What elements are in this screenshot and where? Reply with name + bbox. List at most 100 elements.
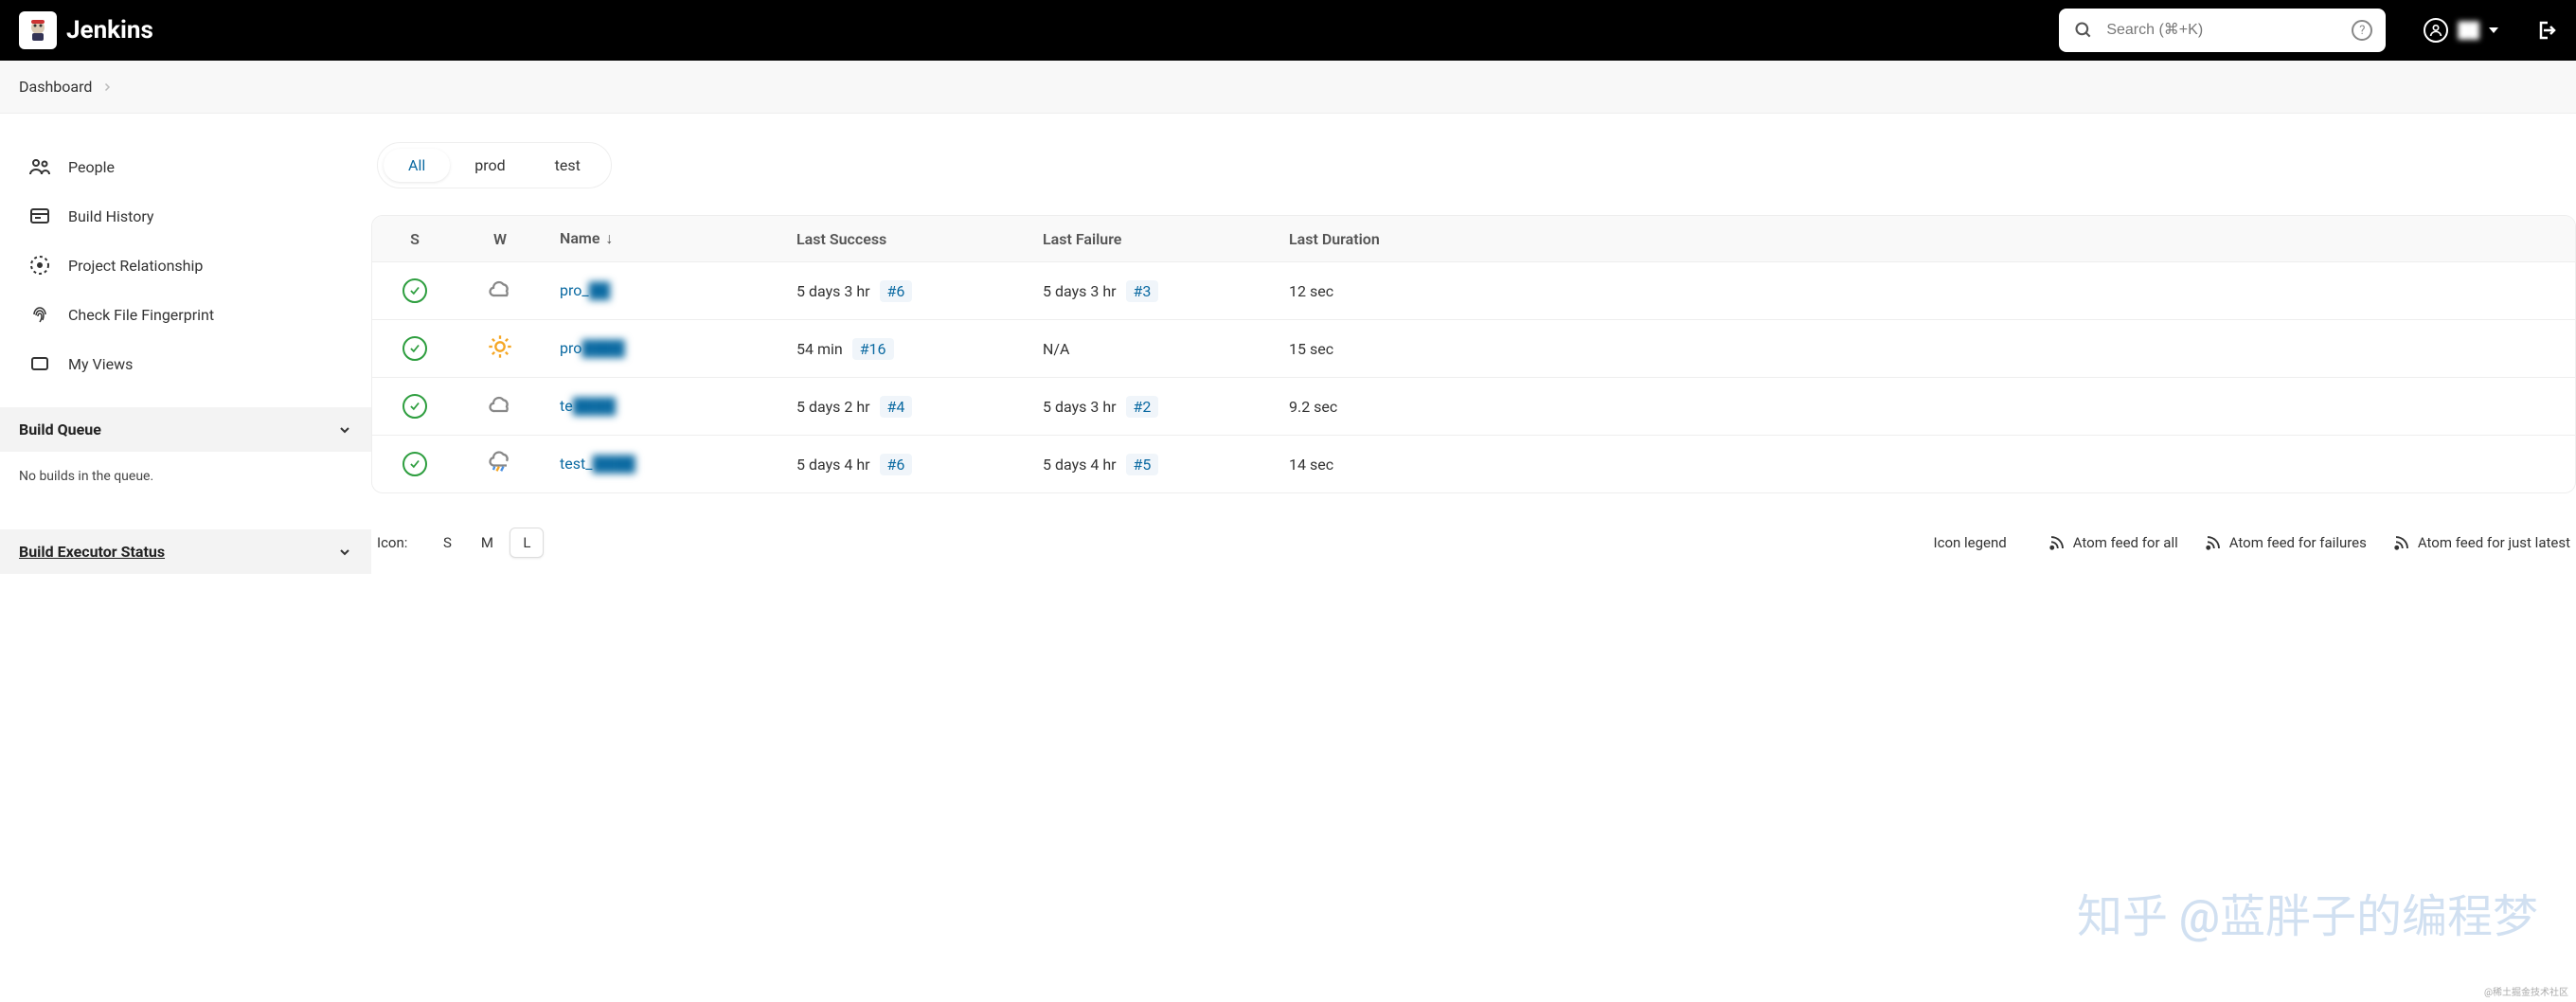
col-last-success[interactable]: Last Success (779, 230, 1026, 248)
tab-all[interactable]: All (384, 149, 450, 182)
search-input[interactable] (2106, 22, 2340, 39)
icon-size-group: SML (430, 528, 544, 558)
icon-legend-link[interactable]: Icon legend (1934, 534, 2007, 551)
people-icon (28, 155, 51, 178)
weather-cell (457, 333, 543, 364)
col-weather[interactable]: W (457, 230, 543, 248)
last-failure-cell: 5 days 3 hr #2 (1026, 398, 1272, 416)
sidebar-item-people[interactable]: People (0, 142, 371, 191)
job-link[interactable]: test_████ (560, 455, 635, 473)
feed-link[interactable]: Atom feed for failures (2205, 534, 2367, 551)
duration-cell: 14 sec (1272, 456, 1442, 474)
job-link[interactable]: te████ (560, 397, 616, 415)
job-link[interactable]: pro_██ (560, 281, 610, 299)
search-box[interactable]: ? (2059, 9, 2386, 52)
name-cell: test_████ (543, 455, 779, 474)
col-last-failure[interactable]: Last Failure (1026, 230, 1272, 248)
sidebar-item-project-relationship[interactable]: Project Relationship (0, 241, 371, 290)
feed-link[interactable]: Atom feed for all (2048, 534, 2178, 551)
sidebar-item-build-history[interactable]: Build History (0, 191, 371, 241)
table-footer: Icon: SML Icon legend Atom feed for allA… (371, 493, 2576, 567)
last-success-text: 5 days 3 hr (796, 282, 870, 300)
executor-status-panel-header[interactable]: Build Executor Status (0, 529, 371, 574)
build-link[interactable]: #4 (880, 396, 913, 418)
weather-cell (457, 276, 543, 306)
last-failure-text: 5 days 3 hr (1043, 282, 1117, 300)
chevron-down-icon (337, 545, 352, 560)
tab-test[interactable]: test (530, 149, 605, 182)
table-header: S W Name↓ Last Success Last Failure Last… (372, 216, 2575, 262)
search-icon (2072, 19, 2095, 42)
table-row: pro_██5 days 3 hr #65 days 3 hr #312 sec (372, 262, 2575, 320)
rss-icon (2048, 534, 2066, 551)
last-success-cell: 5 days 3 hr #6 (779, 282, 1026, 300)
feed-link[interactable]: Atom feed for just latest (2393, 534, 2570, 551)
logout-button[interactable] (2534, 19, 2557, 42)
col-name[interactable]: Name↓ (543, 229, 779, 248)
sidebar: People Build History Project RelationshipC… (0, 114, 371, 596)
status-success-icon (402, 394, 427, 419)
build-link[interactable]: #6 (880, 280, 913, 302)
icon-size-l[interactable]: L (510, 528, 544, 558)
sidebar-item-label: Build History (68, 207, 153, 225)
build-link[interactable]: #6 (880, 454, 913, 475)
build-link[interactable]: #16 (852, 338, 894, 360)
weather-storm-icon (487, 449, 513, 475)
weather-sun-icon (487, 333, 513, 360)
table-row: pro████54 min #16N/A15 sec (372, 320, 2575, 378)
duration-cell: 9.2 sec (1272, 398, 1442, 416)
user-name: ██ (2458, 21, 2479, 40)
sidebar-item-my-views[interactable]: My Views (0, 339, 371, 388)
weather-cloud-icon (487, 391, 513, 418)
rss-icon (2393, 534, 2410, 551)
col-last-duration[interactable]: Last Duration (1272, 230, 1442, 248)
help-icon[interactable]: ? (2352, 20, 2372, 41)
weather-cell (457, 391, 543, 421)
table-row: test_████5 days 4 hr #65 days 4 hr #514 … (372, 436, 2575, 492)
sidebar-item-label: My Views (68, 355, 133, 373)
build-link[interactable]: #2 (1126, 396, 1159, 418)
last-failure-cell: N/A (1026, 340, 1272, 358)
user-menu[interactable]: ██ (2424, 18, 2498, 43)
build-link[interactable]: #3 (1126, 280, 1159, 302)
fingerprint-icon (28, 303, 51, 326)
status-cell (372, 452, 457, 476)
chevron-down-icon (2489, 27, 2498, 33)
icon-size-m[interactable]: M (470, 528, 504, 558)
last-failure-text: N/A (1043, 340, 1069, 358)
rss-icon (2205, 534, 2222, 551)
feed-label: Atom feed for all (2073, 534, 2178, 551)
job-link[interactable]: pro████ (560, 339, 625, 357)
sidebar-item-check-file-fingerprint[interactable]: Check File Fingerprint (0, 290, 371, 339)
col-status[interactable]: S (372, 230, 457, 248)
sidebar-item-label: People (68, 158, 115, 176)
content: Allprodtest S W Name↓ Last Success Last … (371, 114, 2576, 596)
status-success-icon (402, 278, 427, 303)
breadcrumb: Dashboard (0, 61, 2576, 114)
build-link[interactable]: #5 (1126, 454, 1159, 475)
name-cell: pro_██ (543, 281, 779, 301)
breadcrumb-item[interactable]: Dashboard (19, 78, 92, 96)
weather-cloud-icon (487, 276, 513, 302)
last-failure-text: 5 days 4 hr (1043, 456, 1117, 474)
chevron-down-icon (337, 422, 352, 438)
watermark: 知乎 @蓝胖子的编程梦 (2077, 879, 2538, 945)
jenkins-logo-icon (19, 11, 57, 49)
attribution: @稀土掘金技术社区 (2484, 984, 2568, 998)
name-cell: pro████ (543, 339, 779, 359)
status-success-icon (402, 452, 427, 476)
weather-cell (457, 449, 543, 479)
last-success-text: 5 days 4 hr (796, 456, 870, 474)
icon-size-s[interactable]: S (430, 528, 464, 558)
build-queue-title: Build Queue (19, 420, 101, 438)
last-success-cell: 5 days 4 hr #6 (779, 456, 1026, 474)
chevron-right-icon (101, 81, 113, 93)
table-row: te████5 days 2 hr #45 days 3 hr #29.2 se… (372, 378, 2575, 436)
header: Jenkins ? ██ (0, 0, 2576, 61)
tab-prod[interactable]: prod (450, 149, 529, 182)
logo[interactable]: Jenkins (19, 11, 153, 49)
duration-cell: 12 sec (1272, 282, 1442, 300)
build-queue-body: No builds in the queue. (0, 452, 371, 501)
build-queue-panel-header[interactable]: Build Queue (0, 407, 371, 452)
last-failure-text: 5 days 3 hr (1043, 398, 1117, 416)
